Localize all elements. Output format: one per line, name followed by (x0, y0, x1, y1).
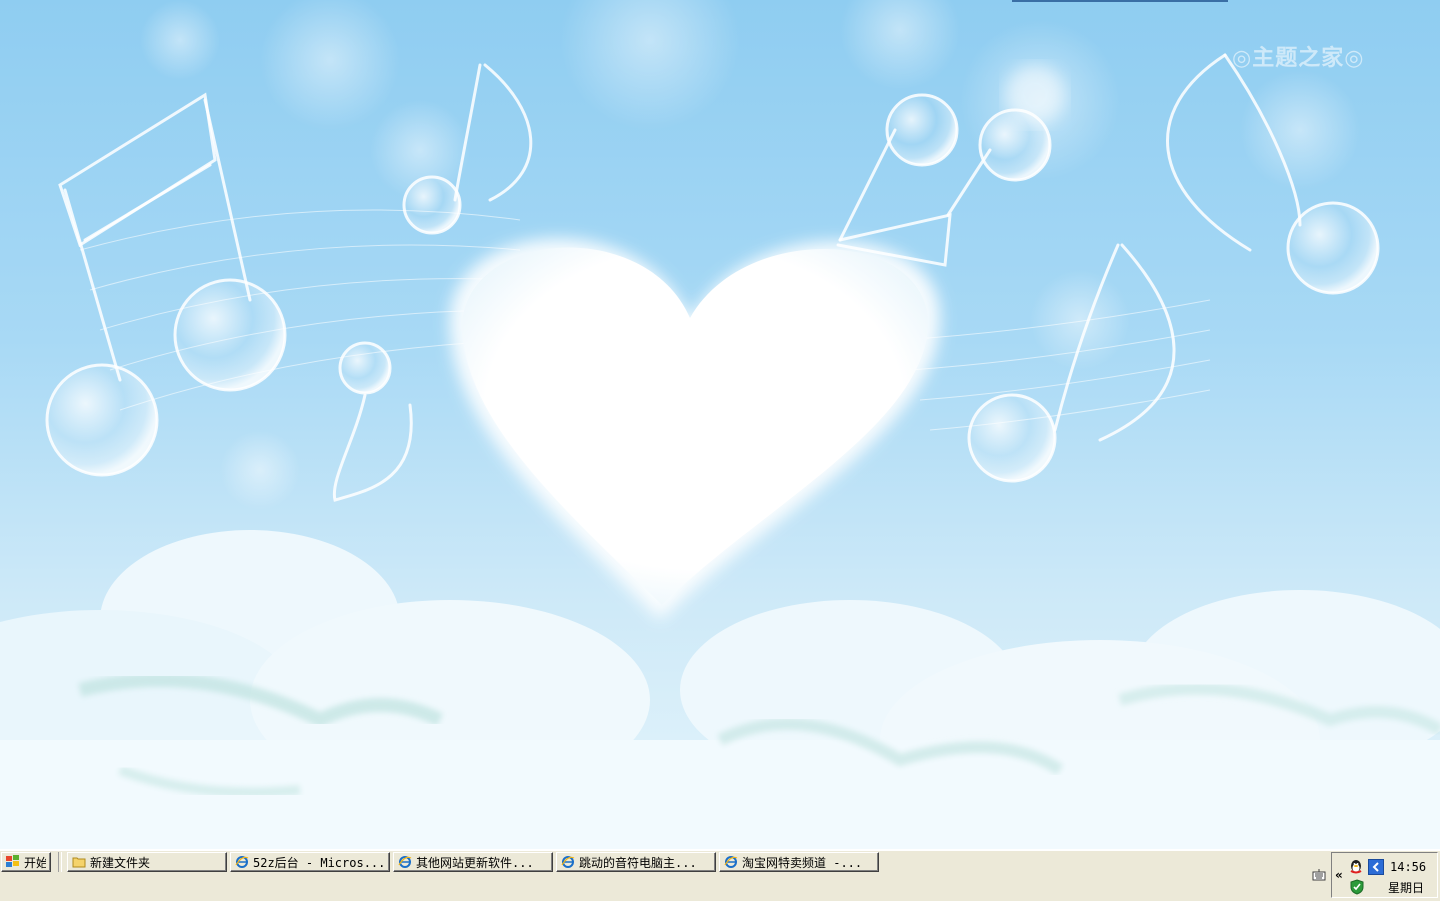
clock-time[interactable]: 14:56 (1390, 860, 1426, 874)
ie-icon (561, 855, 575, 869)
start-label: 开始 (24, 855, 46, 870)
task-label: 其他网站更新软件... (416, 855, 534, 870)
window-edge (1012, 0, 1228, 2)
ie-icon (724, 855, 738, 869)
heart-cloud (449, 238, 941, 620)
folder-icon (72, 855, 86, 869)
task-button-ie-4[interactable]: 淘宝网特卖频道 -... (719, 852, 879, 872)
ie-icon (398, 855, 412, 869)
ie-icon (235, 855, 249, 869)
clock-day: 星期日 (1388, 881, 1425, 895)
wallpaper (0, 0, 1440, 849)
task-label: 淘宝网特卖频道 -... (742, 855, 863, 870)
taskbar-separator (58, 852, 62, 872)
taskbar: 开始 新建文件夹 52z后台 - Micros... 其他网站更新软件... 跳… (0, 849, 1440, 901)
task-label: 跳动的音符电脑主... (579, 855, 697, 870)
task-button-ie-1[interactable]: 52z后台 - Micros... (230, 852, 390, 872)
clouds (0, 530, 1440, 849)
task-button-folder[interactable]: 新建文件夹 (67, 852, 227, 872)
windows-logo-icon (6, 855, 20, 869)
desktop[interactable]: ◎主题之家◎ (0, 0, 1440, 849)
task-label: 52z后台 - Micros... (253, 855, 385, 870)
task-button-ie-2[interactable]: 其他网站更新软件... (393, 852, 553, 872)
system-tray: « 14:56 星期日 (1331, 852, 1438, 898)
qq-icon[interactable] (1348, 859, 1364, 875)
task-button-ie-3[interactable]: 跳动的音符电脑主... (556, 852, 716, 872)
shield-icon[interactable] (1350, 879, 1364, 895)
task-label: 新建文件夹 (90, 855, 151, 870)
tray-expand-button[interactable]: « (1335, 868, 1343, 882)
language-icon[interactable] (1368, 859, 1384, 875)
keyboard-icon[interactable] (1312, 868, 1326, 882)
start-button[interactable]: 开始 (1, 852, 51, 872)
wallpaper-watermark: ◎主题之家◎ (1232, 46, 1365, 71)
